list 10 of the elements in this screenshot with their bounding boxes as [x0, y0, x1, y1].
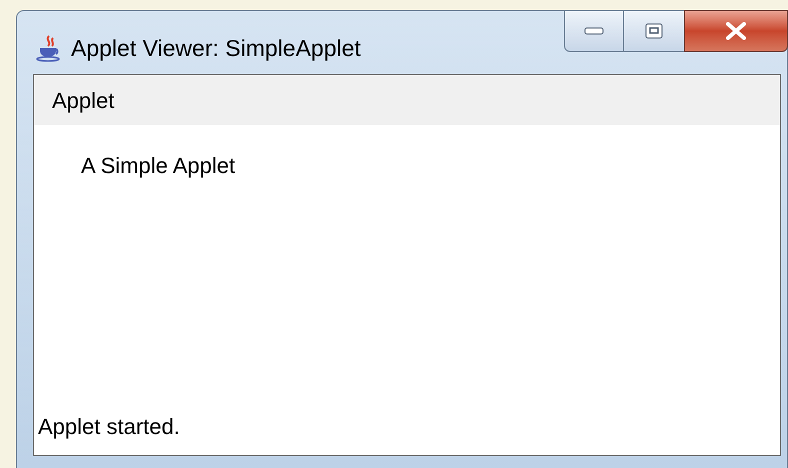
- minimize-icon: [584, 27, 604, 35]
- menu-item[interactable]: Applet: [36, 75, 130, 125]
- maximize-button[interactable]: [624, 10, 684, 52]
- maximize-icon: [645, 23, 663, 39]
- close-icon: [724, 22, 748, 40]
- window-title: Applet Viewer: SimpleApplet: [71, 34, 361, 63]
- close-button[interactable]: [684, 10, 788, 52]
- applet-text: A Simple Applet: [81, 153, 236, 178]
- status-text: Applet started.: [38, 414, 180, 439]
- minimize-button[interactable]: [564, 10, 624, 52]
